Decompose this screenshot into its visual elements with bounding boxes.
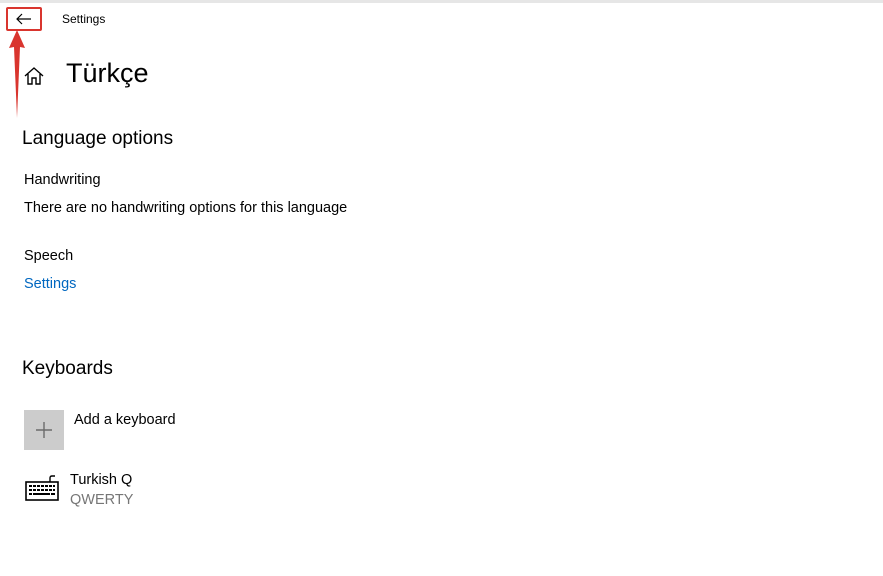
- home-icon[interactable]: [23, 66, 45, 86]
- keyboard-name: Turkish Q: [70, 472, 133, 488]
- speech-settings-link[interactable]: Settings: [24, 276, 76, 292]
- speech-label: Speech: [24, 248, 74, 264]
- handwriting-label: Handwriting: [24, 172, 101, 188]
- language-options-heading: Language options: [22, 128, 174, 149]
- plus-icon: [36, 422, 52, 438]
- page-title: Türkçe: [66, 58, 149, 88]
- title-bar: Settings: [0, 3, 883, 35]
- add-keyboard-label: Add a keyboard: [74, 412, 176, 428]
- app-title: Settings: [62, 12, 106, 26]
- add-keyboard-tile: [24, 410, 64, 450]
- keyboards-heading: Keyboards: [22, 358, 113, 379]
- arrow-left-icon: [16, 13, 31, 25]
- handwriting-description: There are no handwriting options for thi…: [24, 200, 348, 216]
- back-button[interactable]: [6, 7, 42, 31]
- add-keyboard-button[interactable]: Add a keyboard: [24, 410, 324, 450]
- keyboard-layout: QWERTY: [70, 492, 134, 508]
- keyboard-icon: [25, 475, 59, 501]
- keyboard-item-turkish-q[interactable]: Turkish Q QWERTY: [24, 470, 324, 514]
